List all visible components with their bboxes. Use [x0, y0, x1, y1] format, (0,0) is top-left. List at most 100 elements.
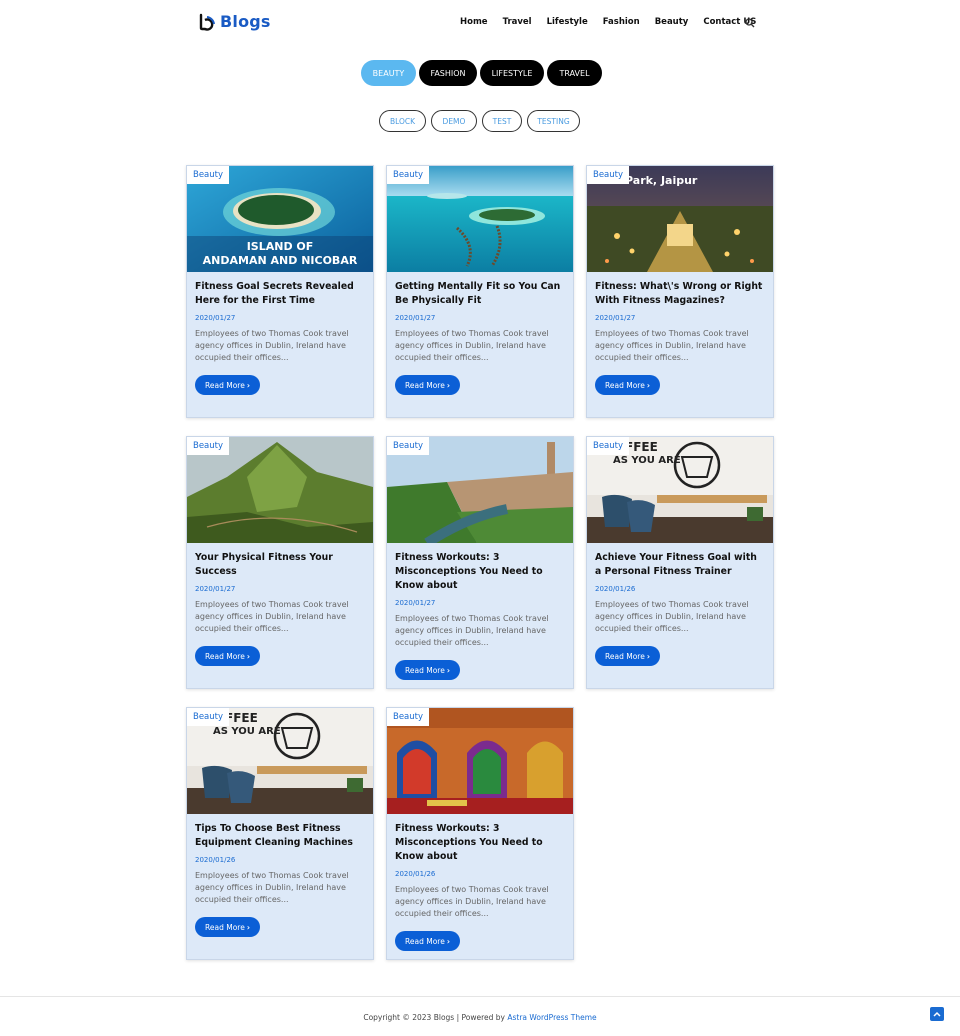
post-title[interactable]: Fitness Workouts: 3 Misconceptions You N… — [395, 551, 565, 593]
nav-fashion[interactable]: Fashion — [603, 17, 640, 27]
nav-home[interactable]: Home — [460, 17, 488, 27]
category-tabs: BEAUTY FASHION LIFESTYLE TRAVEL — [361, 60, 602, 86]
post-date: 2020/01/26 — [395, 870, 436, 878]
read-more-label: Read More — [405, 665, 445, 675]
main-nav: Home Travel Lifestyle Fashion Beauty Con… — [460, 17, 771, 27]
post-date: 2020/01/27 — [395, 314, 436, 322]
site-logo[interactable]: Blogs — [198, 12, 271, 31]
nav-beauty[interactable]: Beauty — [655, 17, 689, 27]
svg-text:FFEE: FFEE — [625, 440, 658, 454]
category-badge[interactable]: Beauty — [387, 708, 430, 726]
read-more-button[interactable]: Read More › — [595, 375, 660, 395]
post-image[interactable]: Park, Jaipur Beauty — [587, 166, 773, 272]
scroll-to-top-button[interactable] — [930, 1007, 944, 1021]
post-image[interactable]: Beauty — [387, 166, 573, 272]
post-card: Beauty Your Physical Fitness Your Succes… — [186, 436, 374, 689]
read-more-label: Read More — [605, 651, 645, 661]
nav-lifestyle[interactable]: Lifestyle — [547, 17, 588, 27]
post-title[interactable]: Fitness Goal Secrets Revealed Here for t… — [195, 280, 365, 308]
post-excerpt: Employees of two Thomas Cook travel agen… — [595, 329, 749, 362]
post-title[interactable]: Getting Mentally Fit so You Can Be Physi… — [395, 280, 565, 308]
chevron-right-icon: › — [646, 380, 650, 390]
read-more-label: Read More — [405, 936, 445, 946]
tab-lifestyle[interactable]: LIFESTYLE — [480, 60, 544, 86]
post-excerpt: Employees of two Thomas Cook travel agen… — [395, 885, 549, 918]
post-image[interactable]: Beauty — [387, 437, 573, 543]
read-more-button[interactable]: Read More › — [195, 375, 260, 395]
svg-text:AS YOU ARE: AS YOU ARE — [213, 726, 281, 737]
category-badge[interactable]: Beauty — [187, 437, 230, 455]
search-icon[interactable] — [745, 18, 755, 28]
post-image[interactable]: ISLAND OF ANDAMAN AND NICOBAR Beauty — [187, 166, 373, 272]
footer-copyright: Copyright © 2023 Blogs | Powered by Astr… — [0, 1013, 960, 1022]
post-excerpt: Employees of two Thomas Cook travel agen… — [395, 329, 549, 362]
read-more-button[interactable]: Read More › — [395, 375, 460, 395]
tab-fashion[interactable]: FASHION — [419, 60, 477, 86]
tab-travel[interactable]: TRAVEL — [547, 60, 602, 86]
read-more-label: Read More — [605, 380, 645, 390]
chevron-right-icon: › — [246, 651, 250, 661]
read-more-label: Read More — [205, 922, 245, 932]
tag-demo[interactable]: DEMO — [431, 110, 477, 132]
category-badge[interactable]: Beauty — [187, 166, 230, 184]
post-card: Beauty Fitness Workouts: 3 Misconception… — [386, 436, 574, 689]
post-title[interactable]: Achieve Your Fitness Goal with a Persona… — [595, 551, 765, 579]
chevron-right-icon: › — [446, 936, 450, 946]
chevron-right-icon: › — [246, 380, 250, 390]
post-date: 2020/01/26 — [195, 856, 236, 864]
chevron-right-icon: › — [646, 651, 650, 661]
tag-testing[interactable]: TESTING — [527, 110, 580, 132]
svg-text:FFEE: FFEE — [225, 711, 258, 725]
post-image[interactable]: Beauty — [387, 708, 573, 814]
post-excerpt: Employees of two Thomas Cook travel agen… — [595, 600, 749, 633]
chevron-right-icon: › — [446, 665, 450, 675]
svg-text:AS YOU ARE: AS YOU ARE — [613, 455, 681, 466]
category-badge[interactable]: Beauty — [587, 437, 630, 455]
chevron-right-icon: › — [446, 380, 450, 390]
post-image[interactable]: FFEE AS YOU ARE Beauty — [187, 708, 373, 814]
post-excerpt: Employees of two Thomas Cook travel agen… — [395, 614, 549, 647]
category-badge[interactable]: Beauty — [587, 166, 630, 184]
read-more-label: Read More — [205, 380, 245, 390]
image-caption-line1: ISLAND OF — [247, 240, 314, 253]
read-more-button[interactable]: Read More › — [395, 931, 460, 951]
tab-beauty[interactable]: BEAUTY — [361, 60, 416, 86]
post-title[interactable]: Tips To Choose Best Fitness Equipment Cl… — [195, 822, 365, 850]
post-card: ISLAND OF ANDAMAN AND NICOBAR Beauty Fit… — [186, 165, 374, 418]
chevron-up-icon — [933, 1011, 941, 1017]
category-badge[interactable]: Beauty — [187, 708, 230, 726]
read-more-button[interactable]: Read More › — [195, 917, 260, 937]
post-title[interactable]: Fitness: What\'s Wrong or Right With Fit… — [595, 280, 765, 308]
post-date: 2020/01/27 — [395, 599, 436, 607]
read-more-button[interactable]: Read More › — [595, 646, 660, 666]
theme-link[interactable]: Astra WordPress Theme — [507, 1013, 596, 1022]
category-badge[interactable]: Beauty — [387, 437, 430, 455]
read-more-label: Read More — [405, 380, 445, 390]
post-title[interactable]: Fitness Workouts: 3 Misconceptions You N… — [395, 822, 565, 864]
post-excerpt: Employees of two Thomas Cook travel agen… — [195, 329, 349, 362]
read-more-button[interactable]: Read More › — [195, 646, 260, 666]
logo-text: Blogs — [220, 12, 271, 31]
post-card: Park, Jaipur Beauty Fitness: What\'s Wro… — [586, 165, 774, 418]
post-card: FFEE AS YOU ARE Beauty Tips To Choose Be… — [186, 707, 374, 960]
post-card: Beauty Fitness Workouts: 3 Misconception… — [386, 707, 574, 960]
site-footer: Copyright © 2023 Blogs | Powered by Astr… — [0, 996, 960, 1036]
tag-test[interactable]: TEST — [482, 110, 522, 132]
post-excerpt: Employees of two Thomas Cook travel agen… — [195, 600, 349, 633]
post-card: Beauty Getting Mentally Fit so You Can B… — [386, 165, 574, 418]
copyright-text: Copyright © 2023 Blogs | Powered by — [363, 1013, 508, 1022]
read-more-label: Read More — [205, 651, 245, 661]
post-card: FFEE AS YOU ARE Beauty Achieve Your Fitn… — [586, 436, 774, 689]
image-caption-line2: ANDAMAN AND NICOBAR — [203, 254, 358, 267]
tag-block[interactable]: BLOCK — [379, 110, 426, 132]
post-date: 2020/01/26 — [595, 585, 636, 593]
category-badge[interactable]: Beauty — [387, 166, 430, 184]
post-image[interactable]: FFEE AS YOU ARE Beauty — [587, 437, 773, 543]
post-excerpt: Employees of two Thomas Cook travel agen… — [195, 871, 349, 904]
post-image[interactable]: Beauty — [187, 437, 373, 543]
post-title[interactable]: Your Physical Fitness Your Success — [195, 551, 365, 579]
post-date: 2020/01/27 — [595, 314, 636, 322]
chevron-right-icon: › — [246, 922, 250, 932]
read-more-button[interactable]: Read More › — [395, 660, 460, 680]
nav-travel[interactable]: Travel — [503, 17, 532, 27]
